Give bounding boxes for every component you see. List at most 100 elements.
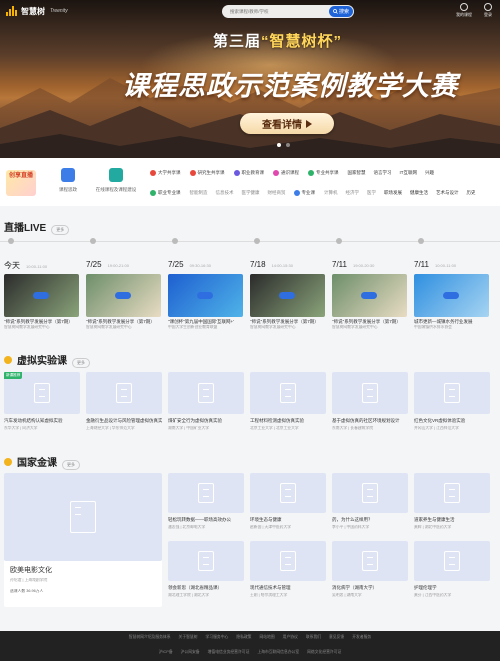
course-card[interactable]: 护理伦理学 黄芬 | 江西中医药大学 xyxy=(414,541,490,598)
live-day: 7/25 xyxy=(168,260,184,269)
course-card[interactable]: 环境生态与健康 赵新国 | 天津中医药大学 xyxy=(250,473,326,530)
category-chip[interactable]: 职业教育课 xyxy=(233,170,264,176)
live-card[interactable]: "师说"系列教学发展分享（第7期） 智慧树网教学发展研究中心 xyxy=(4,274,79,330)
lab-card[interactable]: 工程材料检测虚拟仿真实验 北京工业大学 | 北京工业大学 xyxy=(250,372,326,431)
course-teacher: 赵新国 | 天津中医药大学 xyxy=(250,525,292,529)
live-card[interactable]: "课创杯"第九届中国国际'互联网+' 中国大学生创新创业教育联盟 xyxy=(168,274,243,330)
category-chip[interactable]: 通识课程 xyxy=(273,170,299,176)
carousel-dots xyxy=(277,143,290,147)
category-link[interactable]: 历史 xyxy=(467,190,476,196)
login-button[interactable]: 登录 xyxy=(484,3,492,18)
more-button[interactable]: 更多 xyxy=(51,225,70,235)
more-button[interactable]: 更多 xyxy=(72,358,90,368)
search-input[interactable] xyxy=(222,9,322,14)
my-courses-button[interactable]: 我的课程 xyxy=(456,3,472,18)
category-link[interactable]: 语言学习 xyxy=(374,170,392,176)
live-date-header: 7/11 19:00-20:30 xyxy=(332,260,374,269)
my-courses-label: 我的课程 xyxy=(456,12,472,17)
course-card[interactable]: 现代通信技术与管理 王刚 | 哈尔滨理工大学 xyxy=(250,541,326,598)
login-icon xyxy=(484,3,492,11)
lab-card[interactable]: 煤矿安全行为虚拟仿真实验 湖南大学 | 中国矿业大学 xyxy=(168,372,244,431)
live-thumbnail xyxy=(414,274,489,317)
document-icon xyxy=(280,483,296,503)
course-card[interactable]: 领会新思（湖北省精品课） 湖北理工学院 | 湖北大学 xyxy=(168,541,244,598)
footer-link[interactable]: 网站地图 xyxy=(259,635,274,640)
category-link[interactable]: 财经商贸 xyxy=(268,190,286,196)
category-link[interactable]: 艺术与设计 xyxy=(436,190,459,196)
category-chip[interactable]: 专业共享课 xyxy=(308,170,339,176)
carousel-dot[interactable] xyxy=(277,143,281,147)
category-link[interactable]: IT互联网 xyxy=(400,170,418,176)
category-link[interactable]: 健康生活 xyxy=(410,190,428,196)
footer-link[interactable]: 关于智慧树 xyxy=(179,635,198,640)
category-chip[interactable]: 大学共享课 xyxy=(150,170,181,176)
live-card[interactable]: 城市更新—城镇水务行业发展 中国城镇供水排水协会 xyxy=(414,274,489,330)
live-date-header: 7/18 14:00-15:30 xyxy=(250,260,293,269)
category-link[interactable]: 兴趣 xyxy=(425,170,434,176)
view-details-label: 查看详情 xyxy=(262,120,302,131)
category-link[interactable]: 国家智慧 xyxy=(348,170,366,176)
course-teacher: 孙绍谊 | 上海戏剧学院 xyxy=(10,578,48,582)
document-icon xyxy=(34,383,50,403)
lab-card[interactable]: 基于虚拟仿真的社区环境规划设计 东南大学 | 长春建筑学院 xyxy=(332,372,408,431)
document-icon xyxy=(280,551,296,571)
footer-link[interactable]: 智慧树网介绍及服务体系 xyxy=(129,635,171,640)
course-card[interactable]: 轻松玩转数据——职场高效办公 潘志强 | 北京邮电大学 xyxy=(168,473,244,530)
play-icon xyxy=(361,292,377,299)
live-card[interactable]: "师说"系列教学发展分享（第7期） 智慧树网教学发展研究中心 xyxy=(332,274,407,330)
lab-school: 北京工业大学 | 北京工业大学 xyxy=(250,426,299,430)
category-link[interactable]: 医学健康 xyxy=(242,190,260,196)
footer-link[interactable]: 用户协议 xyxy=(283,635,298,640)
category-link[interactable]: 智能制造 xyxy=(190,190,208,196)
shield-icon xyxy=(61,168,75,182)
category-link[interactable]: 医学 xyxy=(367,190,376,196)
course-card[interactable]: 消化病学（湖南大学） 吴明忠 | 湖南大学 xyxy=(332,541,408,598)
course-teacher: 黄芬 | 江西中医药大学 xyxy=(414,593,452,597)
category-link[interactable]: 信息技术 xyxy=(216,190,234,196)
category-dot-icon xyxy=(293,190,300,196)
live-card[interactable]: "师说"系列教学发展分享（第7期） 智慧树网教学发展研究中心 xyxy=(250,274,325,330)
category-chip[interactable]: 专业课 xyxy=(293,190,315,196)
view-details-button[interactable]: 查看详情 xyxy=(240,113,334,134)
course-teacher: 黄辉 | 湖北中医药大学 xyxy=(414,525,452,529)
category-ideology[interactable]: 课程思政 xyxy=(48,168,88,193)
course-cover xyxy=(168,473,244,513)
lab-card[interactable]: 新课推荐 汽车发动机结构认知虚拟实验 东华大学 | 同济大学 xyxy=(4,372,80,431)
document-icon xyxy=(70,501,96,533)
live-promo-tile[interactable]: 创享直播 xyxy=(6,170,36,196)
carousel-dot[interactable] xyxy=(286,143,290,147)
site-logo[interactable]: 智慧树 Treenity xyxy=(6,6,68,17)
featured-course-card[interactable]: 欧美电影文化 孙绍谊 | 上海戏剧学院 选课人数 36.96万人 xyxy=(4,473,162,607)
category-link[interactable]: 职场发展 xyxy=(384,190,402,196)
course-card[interactable]: 道家养生与健康生活 黄辉 | 湖北中医药大学 xyxy=(414,473,490,530)
lab-title: 煤矿安全行为虚拟仿真实验 xyxy=(168,418,222,423)
footer-link[interactable]: 开发者服务 xyxy=(352,635,371,640)
category-link[interactable]: 经济学 xyxy=(346,190,360,196)
course-cover xyxy=(414,473,490,513)
course-title: 道家养生与健康生活 xyxy=(414,517,455,522)
category-chip-label: 通识课程 xyxy=(281,170,299,175)
more-button[interactable]: 更多 xyxy=(62,460,80,470)
footer-link[interactable]: 联系我们 xyxy=(306,635,321,640)
footer-link[interactable]: 隐私政策 xyxy=(236,635,251,640)
footer-link[interactable]: 意见反馈 xyxy=(329,635,344,640)
lab-card[interactable]: 金融衍生品设计与风险管理虚拟仿真实验 上海财经大学 | 华东师范大学 xyxy=(86,372,162,431)
search-button[interactable]: 搜索 xyxy=(329,6,353,17)
category-chip[interactable]: 职业专业课 xyxy=(150,190,181,196)
footer-link[interactable]: 学习服务中心 xyxy=(206,635,229,640)
category-online-course[interactable]: 在线课程及课程建设 xyxy=(96,168,136,193)
logo-icon xyxy=(6,6,18,16)
live-time: 09:30-16:30 xyxy=(189,263,211,268)
category-dot-icon xyxy=(273,170,279,176)
hero-banner[interactable]: 智慧树 Treenity 搜索 我的课程 登录 第三届“智慧树杯” 课程思政示 xyxy=(0,0,500,158)
category-chip[interactable]: 研究生共享课 xyxy=(189,170,225,176)
course-card[interactable]: 药，为什么这样用？ 李小平 | 中国药科大学 xyxy=(332,473,408,530)
user-icon xyxy=(460,3,468,11)
footer-legal-item: 沪公网安备 xyxy=(180,650,200,654)
lab-card[interactable]: 红色文化VR虚拟体验实验 井冈山大学 | 江西师范大学 xyxy=(414,372,490,431)
category-link[interactable]: 计算机 xyxy=(324,190,338,196)
live-card[interactable]: "师说"系列教学发展分享（第7期） 智慧树网教学发展研究中心 xyxy=(86,274,161,330)
timeline-dot xyxy=(8,238,14,244)
footer-legal-item: 网络文化经营许可证 xyxy=(307,650,342,654)
course-teacher: 吴明忠 | 湖南大学 xyxy=(332,593,362,597)
